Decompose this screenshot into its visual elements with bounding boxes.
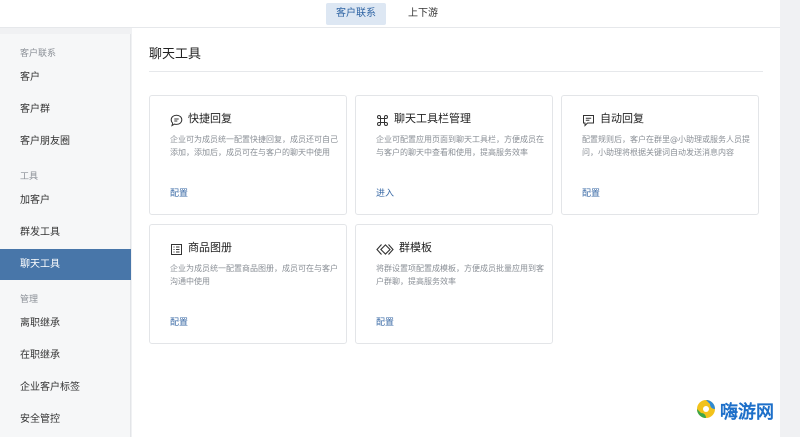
auto-reply-icon xyxy=(582,112,595,127)
configure-link[interactable]: 配置 xyxy=(170,186,188,199)
swirl-logo-icon xyxy=(695,398,717,424)
card-description: 将群设置项配置成模板，方便成员批量应用到客户群聊，提高服务效率 xyxy=(376,264,544,286)
divider xyxy=(149,71,763,72)
watermark: 嗨游网 xyxy=(695,398,774,424)
sidebar-item-customer-tags[interactable]: 企业客户标签 xyxy=(0,372,131,403)
sidebar: 客户联系 客户 客户群 客户朋友圈 工具 加客户 群发工具 聊天工具 管理 离职… xyxy=(0,34,131,437)
card-title: 聊天工具栏管理 xyxy=(394,112,471,125)
card-description: 企业可为成员统一配置快捷回复，成员还可自己添加，添加后，成员可在与客户的聊天中使… xyxy=(170,135,338,157)
sidebar-item-customer-groups[interactable]: 客户群 xyxy=(0,94,131,125)
watermark-text: 嗨游网 xyxy=(720,402,774,423)
configure-link[interactable]: 配置 xyxy=(376,315,394,328)
sidebar-item-resigned-transfer[interactable]: 离职继承 xyxy=(0,308,131,339)
card-description: 配置规则后，客户在群里@小助理或服务人员提问，小助理将根据关键词自动发送消息内容 xyxy=(582,135,750,157)
template-icon xyxy=(376,241,394,255)
sidebar-item-onduty-transfer[interactable]: 在职继承 xyxy=(0,340,131,371)
card-title: 群模板 xyxy=(399,241,432,254)
enter-link[interactable]: 进入 xyxy=(376,186,394,199)
tab-customer-contact[interactable]: 客户联系 xyxy=(326,3,386,25)
chat-bubble-icon xyxy=(170,112,183,127)
main-panel: 聊天工具 快捷回复 企业可为成员统一配置快捷回复，成员还可自己添加，添加后，成员… xyxy=(132,28,780,437)
page-title: 聊天工具 xyxy=(149,47,202,62)
card-description: 企业可配置应用页面到聊天工具栏，方便成员在与客户的聊天中查看和使用，提高服务效率 xyxy=(376,135,544,157)
sidebar-item-moments[interactable]: 客户朋友圈 xyxy=(0,126,131,157)
card-title: 快捷回复 xyxy=(188,112,232,125)
card-title: 自动回复 xyxy=(600,112,644,125)
configure-link[interactable]: 配置 xyxy=(582,186,600,199)
sidebar-item-security[interactable]: 安全管控 xyxy=(0,404,131,435)
card-chat-toolbar: 聊天工具栏管理 企业可配置应用页面到聊天工具栏，方便成员在与客户的聊天中查看和使… xyxy=(355,95,553,215)
card-auto-reply: 自动回复 配置规则后，客户在群里@小助理或服务人员提问，小助理将根据关键词自动发… xyxy=(561,95,759,215)
right-margin xyxy=(780,0,800,437)
sidebar-group-customer-contact: 客户联系 xyxy=(20,49,57,59)
tab-upstream-downstream[interactable]: 上下游 xyxy=(398,3,448,25)
sidebar-item-customers[interactable]: 客户 xyxy=(0,62,131,93)
top-tab-bar: 客户联系 上下游 xyxy=(0,0,780,28)
command-icon xyxy=(376,112,389,126)
card-product-catalog: 商品图册 企业为成员统一配置商品图册，成员可在与客户沟通中使用 配置 xyxy=(149,224,347,344)
card-description: 企业为成员统一配置商品图册，成员可在与客户沟通中使用 xyxy=(170,264,338,286)
catalog-icon xyxy=(170,241,183,255)
configure-link[interactable]: 配置 xyxy=(170,315,188,328)
sidebar-item-chat-tools[interactable]: 聊天工具 xyxy=(0,249,131,280)
card-title: 商品图册 xyxy=(188,241,232,254)
sidebar-item-mass-send[interactable]: 群发工具 xyxy=(0,217,131,248)
sidebar-group-tools: 工具 xyxy=(20,172,39,182)
card-quick-reply: 快捷回复 企业可为成员统一配置快捷回复，成员还可自己添加，添加后，成员可在与客户… xyxy=(149,95,347,215)
sidebar-item-add-customer[interactable]: 加客户 xyxy=(0,185,131,216)
sidebar-group-management: 管理 xyxy=(20,295,39,305)
card-group-template: 群模板 将群设置项配置成模板，方便成员批量应用到客户群聊，提高服务效率 配置 xyxy=(355,224,553,344)
